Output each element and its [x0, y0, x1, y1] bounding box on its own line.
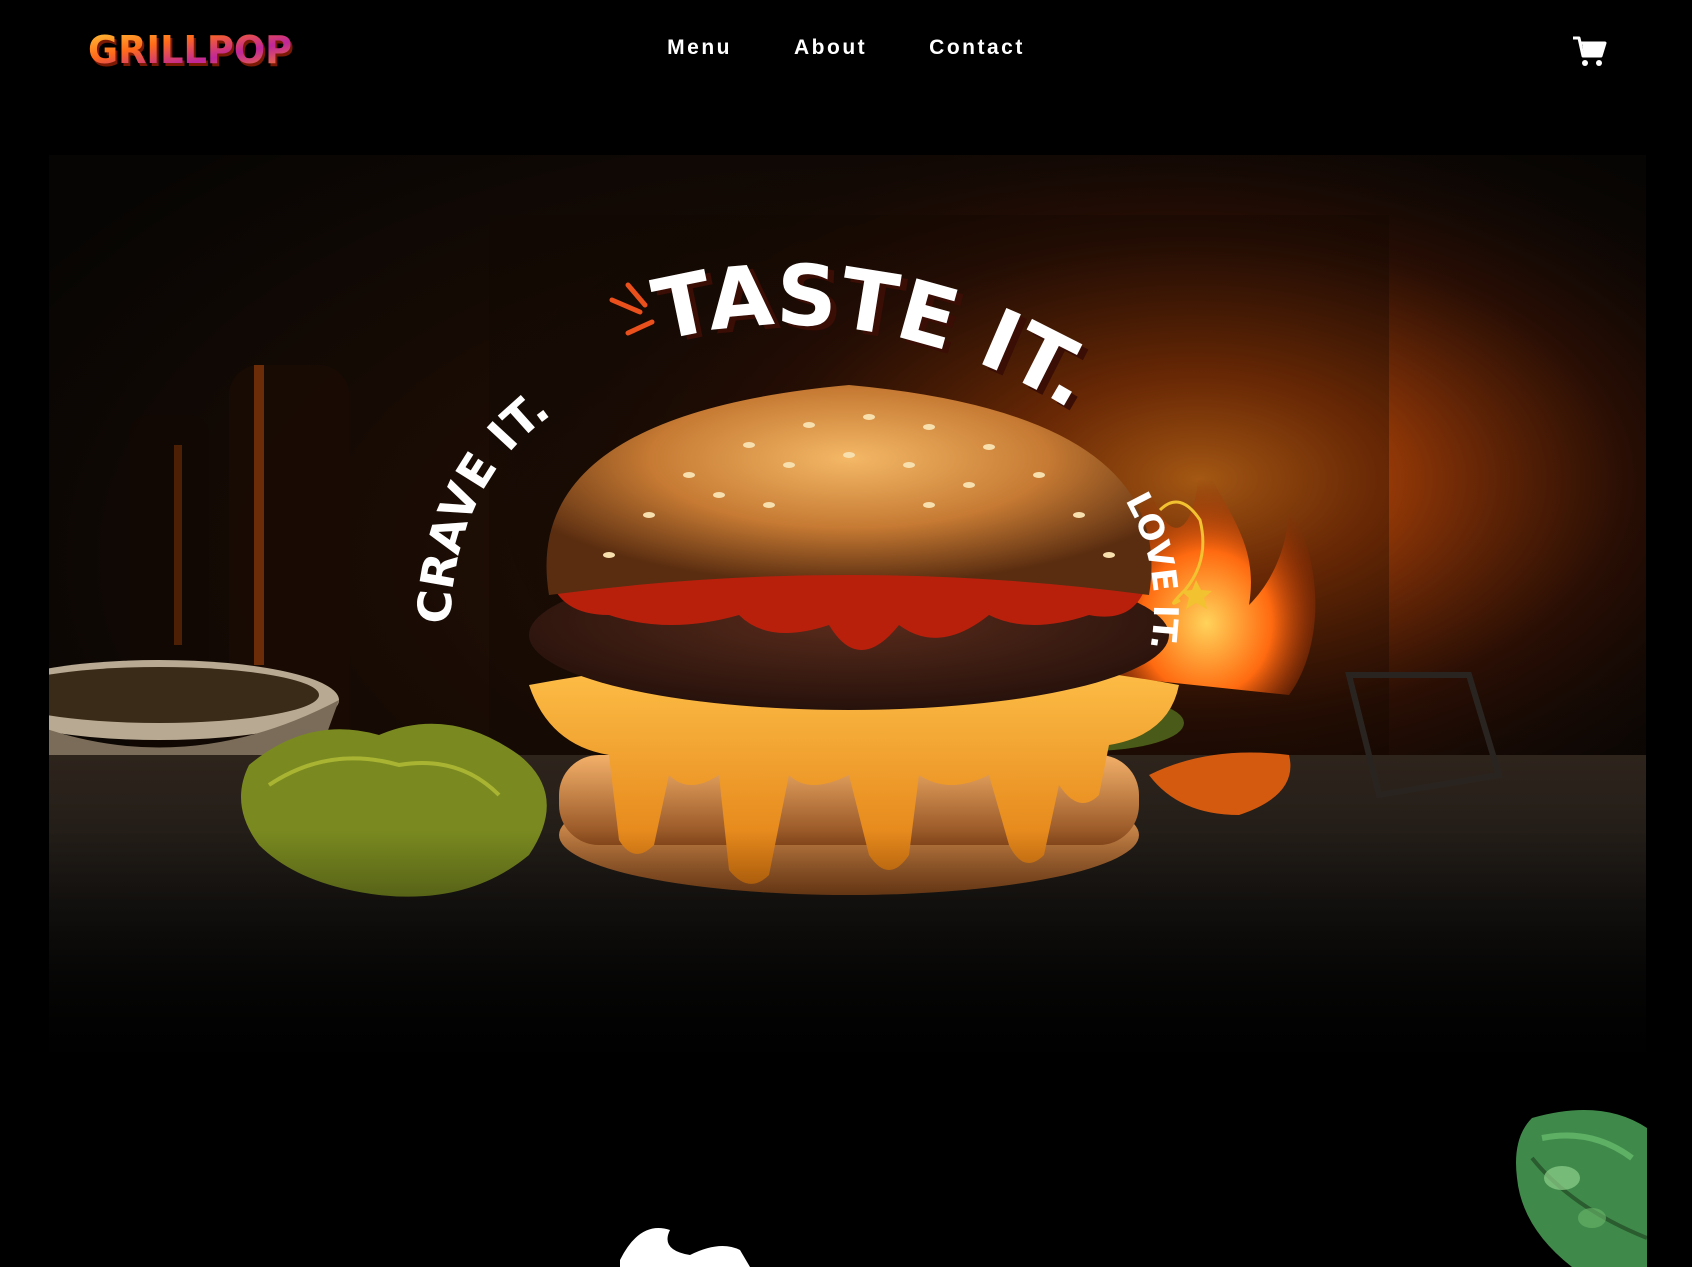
burger-photo: [49, 155, 1646, 1055]
nav-link-about[interactable]: About: [794, 36, 867, 60]
top-navigation: GRILLPOP GRILLPOP Menu About Contact: [0, 0, 1692, 100]
leaf-illustration: [1516, 1110, 1647, 1267]
nav-link-contact[interactable]: Contact: [929, 36, 1025, 60]
next-section-heading-fragment: [620, 1228, 750, 1267]
nav-links: Menu About Contact: [0, 36, 1692, 60]
nav-link-menu[interactable]: Menu: [667, 36, 732, 60]
cart-icon[interactable]: [1572, 34, 1608, 68]
hero-image: [49, 155, 1646, 1055]
